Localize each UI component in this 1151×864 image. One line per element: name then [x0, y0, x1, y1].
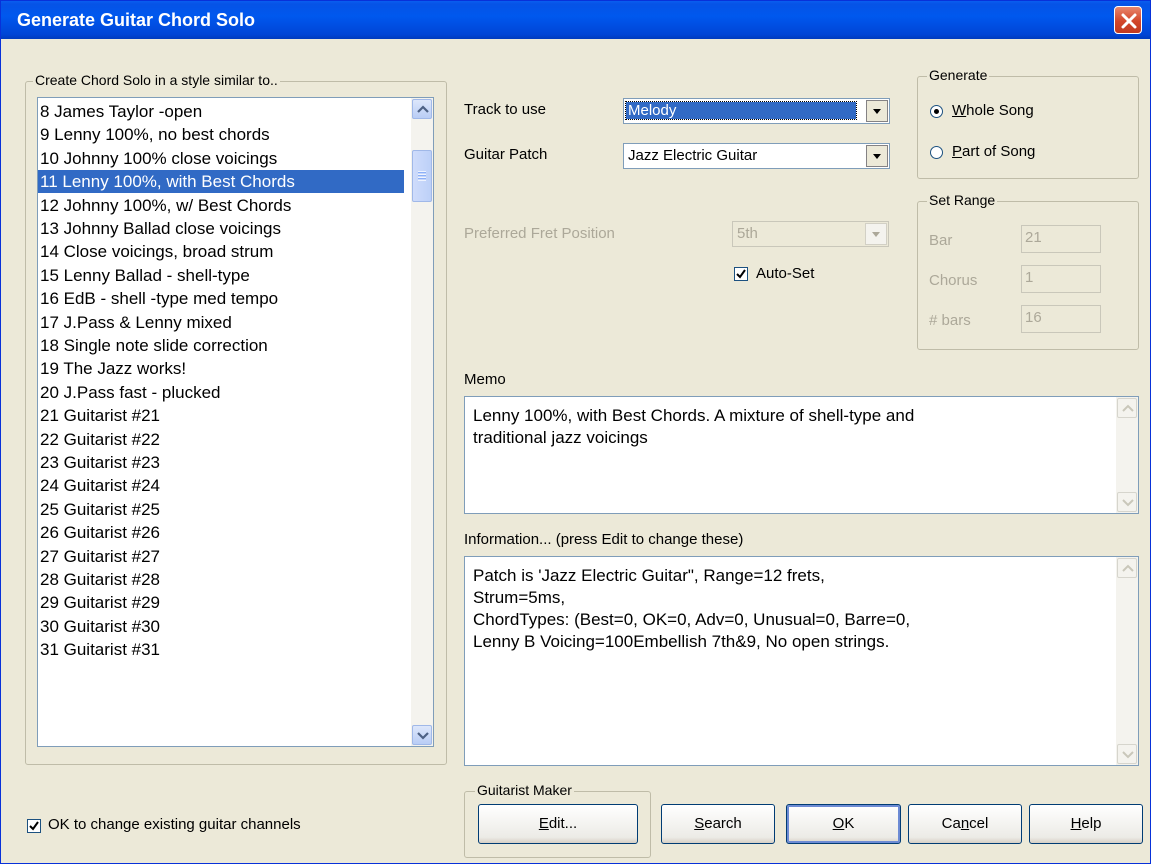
- info-textarea[interactable]: Patch is 'Jazz Electric Guitar", Range=1…: [464, 556, 1139, 766]
- list-item[interactable]: 28 Guitarist #28: [38, 568, 404, 591]
- help-button[interactable]: Help: [1029, 804, 1143, 844]
- title-bar[interactable]: Generate Guitar Chord Solo: [1, 1, 1150, 39]
- ok-change-checkbox[interactable]: [27, 819, 41, 833]
- styles-group-label: Create Chord Solo in a style similar to.…: [33, 72, 280, 88]
- track-dropdown-button[interactable]: [866, 100, 888, 122]
- memo-textarea[interactable]: Lenny 100%, with Best Chords. A mixture …: [464, 396, 1139, 514]
- info-label: Information... (press Edit to change the…: [464, 531, 744, 548]
- list-item[interactable]: 13 Johnny Ballad close voicings: [38, 217, 404, 240]
- list-item[interactable]: 26 Guitarist #26: [38, 521, 404, 544]
- chorus-value: 1: [1025, 269, 1034, 286]
- list-item[interactable]: 10 Johnny 100% close voicings: [38, 147, 404, 170]
- dialog-window: Generate Guitar Chord Solo Create Chord …: [0, 0, 1151, 864]
- patch-dropdown-button[interactable]: [866, 145, 888, 167]
- list-item[interactable]: 14 Close voicings, broad strum: [38, 240, 404, 263]
- chorus-field[interactable]: 1: [1021, 265, 1101, 293]
- list-item[interactable]: 20 J.Pass fast - plucked: [38, 381, 404, 404]
- list-item[interactable]: 31 Guitarist #31: [38, 638, 404, 661]
- patch-label: Guitar Patch: [464, 146, 548, 163]
- generate-group: [917, 76, 1139, 179]
- ok-button[interactable]: OK: [786, 804, 901, 844]
- part-song-radio[interactable]: [930, 146, 943, 159]
- info-scroll-up: [1117, 558, 1137, 578]
- bar-value: 21: [1025, 229, 1042, 246]
- fret-label: Preferred Fret Position: [464, 225, 615, 242]
- chevron-down-icon: [873, 154, 881, 159]
- fret-select[interactable]: 5th: [732, 221, 889, 247]
- chevron-down-icon: [1122, 751, 1134, 759]
- info-scroll-down: [1117, 744, 1137, 764]
- chevron-down-icon: [873, 109, 881, 114]
- list-item[interactable]: 15 Lenny Ballad - shell-type: [38, 264, 404, 287]
- list-item[interactable]: 17 J.Pass & Lenny mixed: [38, 311, 404, 334]
- memo-scrollbar: [1116, 397, 1138, 513]
- patch-select[interactable]: Jazz Electric Guitar: [623, 143, 890, 169]
- whole-song-label: Whole Song: [952, 102, 1034, 119]
- bar-label: Bar: [929, 232, 953, 249]
- list-item[interactable]: 29 Guitarist #29: [38, 591, 404, 614]
- checkmark-icon: [29, 821, 39, 831]
- guitarist-maker-label: Guitarist Maker: [475, 782, 574, 798]
- chevron-down-icon: [1122, 499, 1134, 507]
- list-item[interactable]: 22 Guitarist #22: [38, 428, 404, 451]
- bars-value: 16: [1025, 309, 1042, 326]
- track-select[interactable]: Melody: [623, 98, 890, 124]
- chevron-down-icon: [872, 232, 880, 237]
- memo-label: Memo: [464, 371, 506, 388]
- info-text: Patch is 'Jazz Electric Guitar", Range=1…: [473, 566, 911, 651]
- list-item[interactable]: 19 The Jazz works!: [38, 357, 404, 380]
- list-item[interactable]: 9 Lenny 100%, no best chords: [38, 123, 404, 146]
- style-listbox[interactable]: 8 James Taylor -open 9 Lenny 100%, no bes…: [37, 97, 434, 747]
- chorus-label: Chorus: [929, 272, 978, 289]
- list-item[interactable]: 12 Johnny 100%, w/ Best Chords: [38, 194, 404, 217]
- chevron-up-icon: [1122, 564, 1134, 572]
- scroll-up-button[interactable]: [412, 99, 432, 119]
- list-item[interactable]: 25 Guitarist #25: [38, 498, 404, 521]
- window-title: Generate Guitar Chord Solo: [17, 10, 256, 30]
- list-item[interactable]: 24 Guitarist #24: [38, 474, 404, 497]
- chevron-up-icon: [417, 105, 429, 113]
- bar-field[interactable]: 21: [1021, 225, 1101, 253]
- list-scrollbar[interactable]: [411, 98, 433, 746]
- autoset-label: Auto-Set: [756, 265, 815, 282]
- cancel-button[interactable]: Cancel: [908, 804, 1022, 844]
- chevron-up-icon: [1122, 404, 1134, 412]
- close-button[interactable]: [1114, 6, 1142, 34]
- close-icon: [1121, 13, 1137, 29]
- list-item[interactable]: 21 Guitarist #21: [38, 404, 404, 427]
- generate-group-label: Generate: [927, 67, 990, 83]
- memo-scroll-up: [1117, 398, 1137, 418]
- list-item[interactable]: 18 Single note slide correction: [38, 334, 404, 357]
- fret-value: 5th: [737, 225, 758, 242]
- ok-change-label: OK to change existing guitar channels: [48, 816, 301, 833]
- fret-dropdown-button[interactable]: [865, 223, 887, 245]
- edit-button[interactable]: Edit...: [478, 804, 638, 844]
- part-song-label: Part of Song: [952, 143, 1036, 160]
- bars-label: # bars: [929, 312, 971, 329]
- list-item[interactable]: 16 EdB - shell -type med tempo: [38, 287, 404, 310]
- search-button[interactable]: Search: [661, 804, 775, 844]
- list-item[interactable]: 27 Guitarist #27: [38, 545, 404, 568]
- bars-field[interactable]: 16: [1021, 305, 1101, 333]
- whole-song-radio[interactable]: [930, 105, 943, 118]
- list-item[interactable]: 23 Guitarist #23: [38, 451, 404, 474]
- memo-text: Lenny 100%, with Best Chords. A mixture …: [473, 406, 915, 447]
- list-item[interactable]: 11 Lenny 100%, with Best Chords: [38, 170, 404, 194]
- list-item[interactable]: 30 Guitarist #30: [38, 615, 404, 638]
- info-scrollbar: [1116, 557, 1138, 765]
- chevron-down-icon: [417, 732, 429, 740]
- track-label: Track to use: [464, 101, 546, 118]
- autoset-checkbox[interactable]: [734, 267, 748, 281]
- scroll-down-button[interactable]: [412, 725, 432, 745]
- list-item[interactable]: 8 James Taylor -open: [38, 100, 404, 123]
- scroll-thumb[interactable]: [412, 150, 432, 202]
- track-value: Melody: [625, 101, 857, 120]
- memo-scroll-down: [1117, 492, 1137, 512]
- set-range-label: Set Range: [927, 192, 998, 208]
- patch-value: Jazz Electric Guitar: [628, 147, 758, 164]
- checkmark-icon: [736, 269, 746, 279]
